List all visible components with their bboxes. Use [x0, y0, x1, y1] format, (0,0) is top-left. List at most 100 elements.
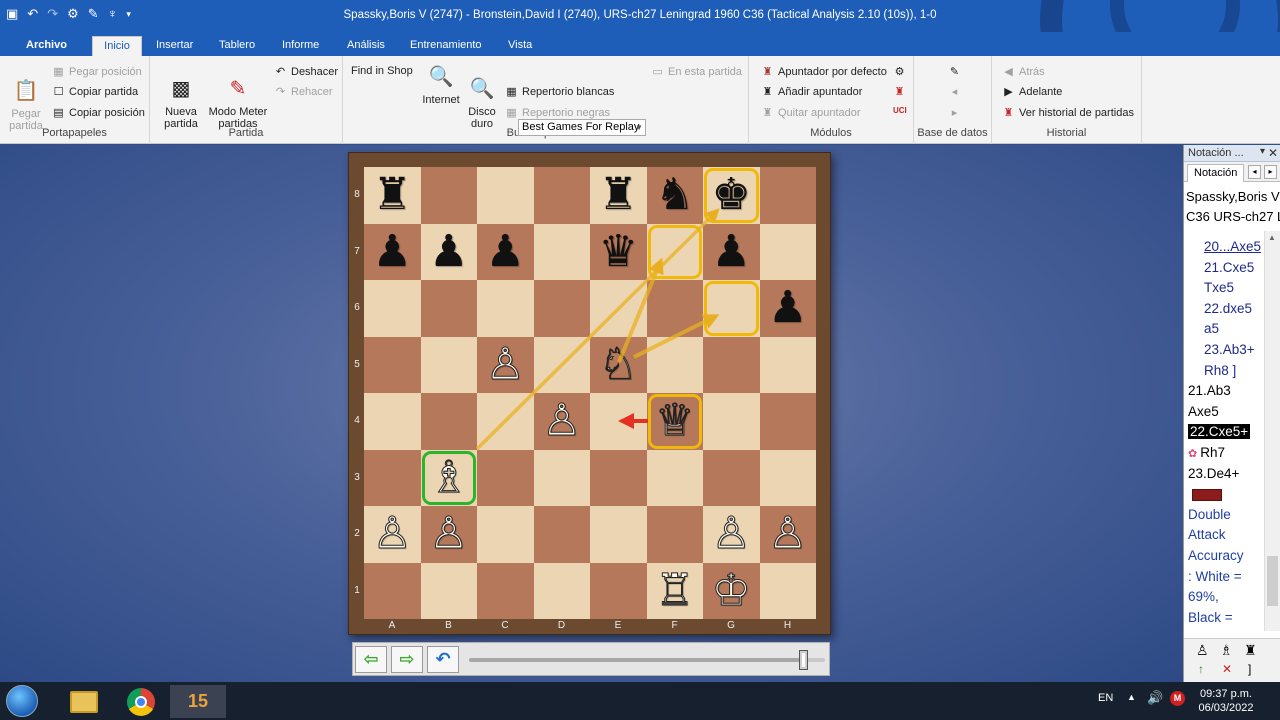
- square-b4[interactable]: [420, 393, 477, 450]
- atras-button[interactable]: ◀ Atrás: [1002, 65, 1044, 79]
- tab-archivo[interactable]: Archivo: [18, 36, 74, 56]
- edit-db-icon[interactable]: ✎: [948, 65, 961, 78]
- square-d3[interactable]: [533, 449, 590, 506]
- square-a5[interactable]: [364, 336, 421, 393]
- square-f2[interactable]: [646, 506, 703, 563]
- modo-meter-button[interactable]: ✎ Modo Meter partidas: [206, 64, 270, 130]
- eval-bar[interactable]: [1184, 484, 1266, 505]
- square-f7[interactable]: [646, 223, 703, 280]
- comment-line[interactable]: Black =: [1184, 608, 1266, 627]
- tab-tablero[interactable]: Tablero: [211, 36, 263, 56]
- move-item[interactable]: Rh8 ]: [1184, 361, 1266, 382]
- arrow-right-icon[interactable]: ⇨: [391, 646, 423, 673]
- apuntador-defecto-button[interactable]: ♜ Apuntador por defecto: [761, 65, 887, 79]
- square-f4[interactable]: ♕: [646, 393, 703, 450]
- square-g4[interactable]: [703, 393, 760, 450]
- volume-icon[interactable]: 🔊: [1147, 690, 1163, 706]
- piece-c7[interactable]: ♟: [486, 229, 525, 274]
- piece-h2[interactable]: ♙: [768, 511, 808, 556]
- comment-line[interactable]: : White =: [1184, 567, 1266, 588]
- square-g2[interactable]: ♙: [703, 506, 760, 563]
- comment-line[interactable]: Double: [1184, 505, 1266, 526]
- tray-expand-icon[interactable]: ▲: [1127, 692, 1136, 702]
- square-e8[interactable]: ♜: [590, 167, 647, 224]
- tab-inicio[interactable]: Inicio: [92, 36, 142, 56]
- white-bishop-icon[interactable]: ♗: [1220, 642, 1233, 659]
- tab-insertar[interactable]: Insertar: [148, 36, 201, 56]
- square-c4[interactable]: [477, 393, 534, 450]
- square-a1[interactable]: [364, 562, 421, 619]
- engine-switch-icon[interactable]: ♜: [893, 85, 906, 98]
- mcafee-icon[interactable]: M: [1170, 691, 1185, 706]
- move-item[interactable]: 21.Cxe5: [1184, 258, 1266, 279]
- square-h7[interactable]: [759, 223, 816, 280]
- square-a6[interactable]: [364, 280, 421, 337]
- square-b1[interactable]: [420, 562, 477, 619]
- chrome-icon[interactable]: [113, 685, 169, 718]
- chessbase-15-icon[interactable]: 15: [170, 685, 226, 718]
- en-esta-partida-button[interactable]: ▭ En esta partida: [651, 65, 742, 79]
- piece-b7[interactable]: ♟: [429, 229, 468, 274]
- square-f3[interactable]: [646, 449, 703, 506]
- chessboard[interactable]: ♜ ♜ ♞ ♚ ♟ ♟ ♟ ♛ ♟ ♟ ♙ ♘ ♙ ♕ ♗ ♙ ♙ ♙ ♙ ♖ ♔: [364, 167, 816, 619]
- arrow-left-icon[interactable]: ⇦: [355, 646, 387, 673]
- adelante-button[interactable]: ▶ Adelante: [1002, 85, 1062, 99]
- tab-informe[interactable]: Informe: [274, 36, 327, 56]
- pin-icon[interactable]: ▾: [1260, 144, 1265, 160]
- move-item[interactable]: 20...Axe5: [1184, 237, 1266, 258]
- clock[interactable]: 09:37 p.m. 06/03/2022: [1196, 687, 1256, 715]
- square-g5[interactable]: [703, 336, 760, 393]
- comment-line[interactable]: Accuracy: [1184, 546, 1266, 567]
- find-in-shop-button[interactable]: Find in Shop: [351, 65, 413, 77]
- square-g3[interactable]: [703, 449, 760, 506]
- move-item[interactable]: 22.dxe5: [1184, 299, 1266, 320]
- move-item[interactable]: 23.Ab3+: [1184, 340, 1266, 361]
- close-icon[interactable]: ✕: [1268, 145, 1278, 161]
- square-c6[interactable]: [477, 280, 534, 337]
- piece-a7[interactable]: ♟: [373, 229, 412, 274]
- square-b7[interactable]: ♟: [420, 223, 477, 280]
- piece-e5[interactable]: ♘: [598, 342, 638, 387]
- square-a8[interactable]: ♜: [364, 167, 421, 224]
- square-e5[interactable]: ♘: [590, 336, 647, 393]
- square-a4[interactable]: [364, 393, 421, 450]
- move-slider-knob[interactable]: [798, 650, 808, 670]
- piece-e8[interactable]: ♜: [599, 173, 638, 217]
- file-explorer-icon[interactable]: [56, 685, 112, 718]
- piece-c5[interactable]: ♙: [485, 342, 525, 387]
- square-d5[interactable]: [533, 336, 590, 393]
- piece-b2[interactable]: ♙: [429, 511, 469, 556]
- square-h1[interactable]: [759, 562, 816, 619]
- square-g6[interactable]: [703, 280, 760, 337]
- scrollbar-thumb[interactable]: [1267, 556, 1278, 606]
- chevron-left-icon[interactable]: ◂: [1248, 165, 1261, 179]
- anadir-apuntador-button[interactable]: ♜ Añadir apuntador: [761, 85, 863, 99]
- promote-variation-icon[interactable]: ↑: [1198, 662, 1204, 676]
- square-e4[interactable]: [590, 393, 647, 450]
- move-item[interactable]: 21.Ab3: [1184, 381, 1266, 402]
- copiar-partida-button[interactable]: ☐ Copiar partida: [52, 85, 139, 99]
- piece-g2[interactable]: ♙: [711, 511, 751, 556]
- square-e7[interactable]: ♛: [590, 223, 647, 280]
- square-d2[interactable]: [533, 506, 590, 563]
- square-g7[interactable]: ♟: [703, 223, 760, 280]
- piece-a8[interactable]: ♜: [373, 173, 412, 217]
- square-a3[interactable]: [364, 449, 421, 506]
- square-h5[interactable]: [759, 336, 816, 393]
- prev-db-icon[interactable]: ◂: [948, 85, 961, 98]
- square-h8[interactable]: [759, 167, 816, 224]
- square-b5[interactable]: [420, 336, 477, 393]
- quitar-apuntador-button[interactable]: ♜ Quitar apuntador: [761, 106, 861, 120]
- square-e1[interactable]: [590, 562, 647, 619]
- disco-duro-button[interactable]: 🔍 Disco duro: [463, 64, 501, 130]
- square-d8[interactable]: [533, 167, 590, 224]
- square-g1[interactable]: ♔: [703, 562, 760, 619]
- square-e2[interactable]: [590, 506, 647, 563]
- pegar-partida-button[interactable]: 📋 Pegar partida: [6, 66, 46, 132]
- square-h4[interactable]: [759, 393, 816, 450]
- move-item[interactable]: Txe5: [1184, 278, 1266, 299]
- square-a7[interactable]: ♟: [364, 223, 421, 280]
- square-b2[interactable]: ♙: [420, 506, 477, 563]
- move-slider[interactable]: [469, 650, 825, 670]
- repertorio-blancas-button[interactable]: ▦ Repertorio blancas: [505, 85, 614, 99]
